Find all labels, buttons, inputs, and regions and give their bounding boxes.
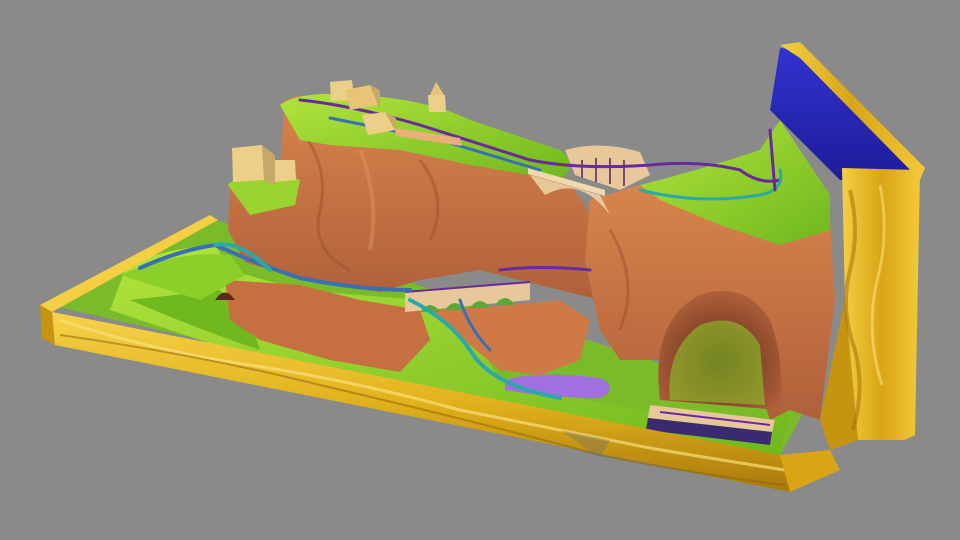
diorama-render: [40, 42, 925, 492]
tower: [428, 82, 446, 112]
railway-diorama-scene: [0, 0, 960, 540]
